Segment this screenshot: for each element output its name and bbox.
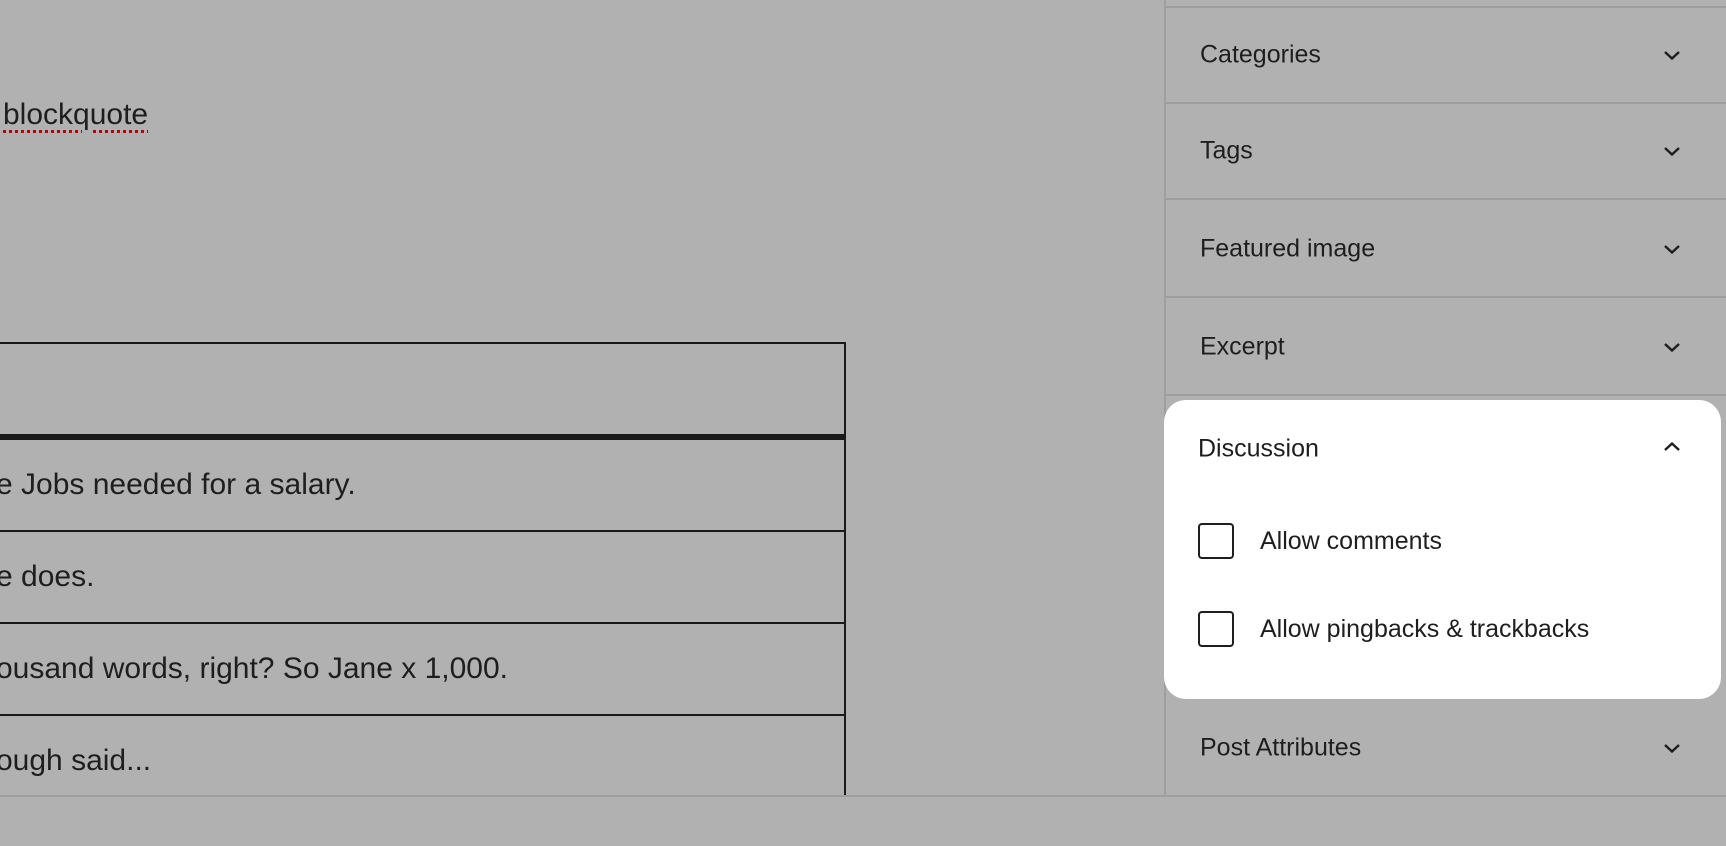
table-cell[interactable]: e does.: [0, 560, 94, 594]
panel-title[interactable]: Discussion: [1198, 435, 1319, 464]
table-row[interactable]: e does.: [0, 532, 844, 624]
panel-title: Post Attributes: [1200, 733, 1362, 762]
table-row[interactable]: ough said...: [0, 716, 844, 796]
chevron-up-icon[interactable]: [1660, 435, 1684, 459]
panel-title: Featured image: [1200, 234, 1376, 263]
panel-discussion: Discussion Allow comments Allow pingback…: [1164, 400, 1721, 699]
panel-excerpt[interactable]: Excerpt: [1166, 300, 1726, 396]
editor-canvas: blockquote e Jobs needed for a salary. e…: [0, 0, 1164, 796]
allow-pingbacks-option[interactable]: Allow pingbacks & trackbacks: [1198, 611, 1589, 647]
panel-featured-image[interactable]: Featured image: [1166, 202, 1726, 298]
checkbox-label: Allow comments: [1260, 526, 1442, 555]
chevron-down-icon[interactable]: [1660, 139, 1684, 163]
chevron-down-icon[interactable]: [1660, 43, 1684, 67]
table-block[interactable]: e Jobs needed for a salary. e does. ousa…: [0, 342, 846, 796]
panel-title: Excerpt: [1200, 332, 1285, 361]
chevron-down-icon[interactable]: [1660, 335, 1684, 359]
panel-post-attributes[interactable]: Post Attributes: [1166, 700, 1726, 796]
checkbox-label: Allow pingbacks & trackbacks: [1260, 614, 1590, 643]
chevron-down-icon[interactable]: [1660, 736, 1684, 760]
panel-categories[interactable]: Categories: [1166, 8, 1726, 104]
table-row[interactable]: ousand words, right? So Jane x 1,000.: [0, 624, 844, 716]
footer-divider: [0, 795, 1726, 797]
sidebar-top-divider: [1166, 0, 1726, 8]
editor-screen: blockquote e Jobs needed for a salary. e…: [0, 0, 1726, 846]
table-cell[interactable]: e Jobs needed for a salary.: [0, 468, 356, 502]
table-header-row[interactable]: [0, 344, 844, 440]
allow-comments-checkbox[interactable]: [1198, 523, 1234, 559]
allow-comments-option[interactable]: Allow comments: [1198, 523, 1442, 559]
blockquote-text[interactable]: blockquote: [3, 96, 148, 134]
table-cell[interactable]: ousand words, right? So Jane x 1,000.: [0, 652, 508, 686]
allow-pingbacks-checkbox[interactable]: [1198, 611, 1234, 647]
panel-title: Categories: [1200, 40, 1321, 69]
table-row[interactable]: e Jobs needed for a salary.: [0, 440, 844, 532]
panel-title: Tags: [1200, 136, 1253, 165]
panel-tags[interactable]: Tags: [1166, 104, 1726, 200]
table-cell[interactable]: ough said...: [0, 744, 151, 778]
chevron-down-icon[interactable]: [1660, 237, 1684, 261]
